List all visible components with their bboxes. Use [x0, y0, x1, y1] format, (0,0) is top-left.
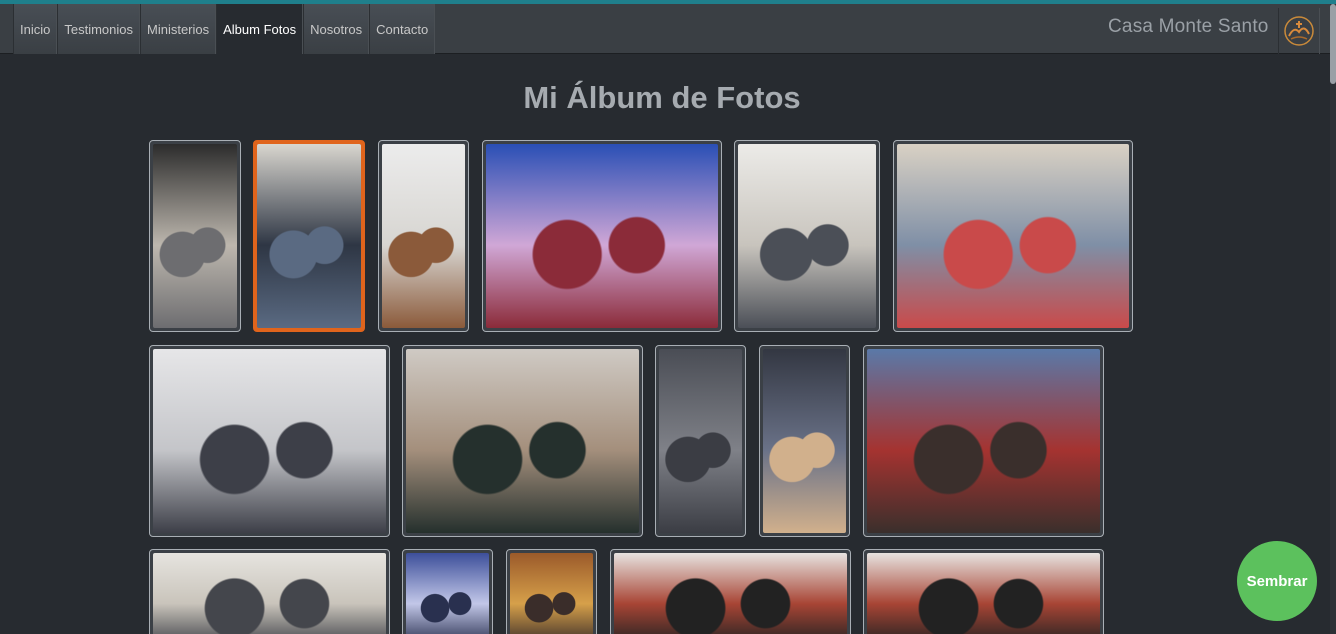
photo-men-event[interactable]	[759, 345, 850, 537]
nav-item-testimonios[interactable]: Testimonios	[57, 4, 140, 54]
photo-image	[659, 349, 742, 533]
navbar: Inicio Testimonios Ministerios Album Fot…	[0, 4, 1330, 54]
nav-item-inicio[interactable]: Inicio	[13, 4, 58, 54]
nav-item-contacto[interactable]: Contacto	[369, 4, 436, 54]
photo-image	[406, 349, 639, 533]
church-logo-icon	[1284, 16, 1314, 46]
photo-image	[510, 553, 593, 634]
nav-item-album-fotos[interactable]: Album Fotos	[216, 4, 304, 54]
photo-image	[867, 553, 1100, 634]
photo-young-group[interactable]	[734, 140, 880, 332]
photo-man-pulpit[interactable]	[378, 140, 469, 332]
photo-group-selfie-women[interactable]	[482, 140, 722, 332]
photo-image	[153, 349, 386, 533]
photo-image	[763, 349, 846, 533]
photo-image	[867, 349, 1100, 533]
photo-hall-dancing[interactable]	[149, 345, 390, 537]
photo-office-group[interactable]	[149, 549, 390, 634]
photo-family-event[interactable]	[655, 345, 746, 537]
photo-image	[486, 144, 718, 328]
photo-group-stage[interactable]	[863, 345, 1104, 537]
photo-image	[153, 553, 386, 634]
photo-sofa-selfie[interactable]	[402, 345, 643, 537]
photo-image	[382, 144, 465, 328]
photo-couple[interactable]	[253, 140, 365, 332]
photo-image	[257, 144, 361, 328]
scrollbar-thumb[interactable]	[1330, 4, 1336, 84]
photo-warm-room[interactable]	[506, 549, 597, 634]
photo-image	[406, 553, 489, 634]
photo-musicians-2[interactable]	[863, 549, 1104, 634]
photo-image	[897, 144, 1129, 328]
scrollbar-track[interactable]	[1330, 4, 1336, 634]
brand-logo[interactable]	[1278, 8, 1320, 54]
nav-item-ministerios[interactable]: Ministerios	[140, 4, 217, 54]
photo-image	[738, 144, 876, 328]
photo-musicians-1[interactable]	[610, 549, 851, 634]
photo-image	[614, 553, 847, 634]
photo-concert[interactable]	[402, 549, 493, 634]
photo-group-table[interactable]	[893, 140, 1133, 332]
nav-menu: Inicio Testimonios Ministerios Album Fot…	[13, 4, 436, 54]
photo-image	[153, 144, 237, 328]
page-title: Mi Álbum de Fotos	[523, 80, 801, 115]
sembrar-button[interactable]: Sembrar	[1237, 541, 1317, 621]
nav-item-nosotros[interactable]: Nosotros	[303, 4, 370, 54]
photo-church-entrance[interactable]	[149, 140, 241, 332]
brand-name[interactable]: Casa Monte Santo	[1108, 16, 1269, 38]
